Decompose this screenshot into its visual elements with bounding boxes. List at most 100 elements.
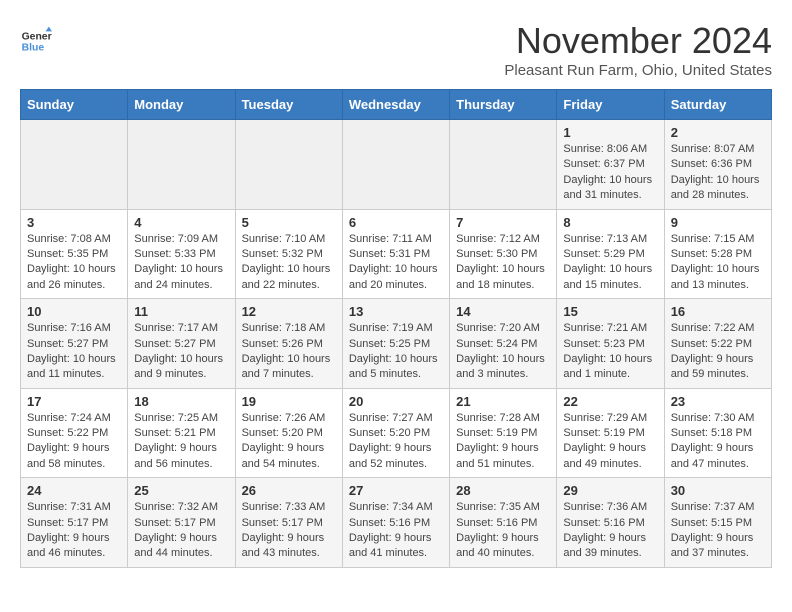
day-info: Sunrise: 7:22 AM Sunset: 5:22 PM Dayligh…: [671, 321, 765, 383]
calendar-cell: 18 Sunrise: 7:25 AM Sunset: 5:21 PM Dayli…: [128, 388, 235, 478]
day-info: Sunrise: 7:19 AM Sunset: 5:25 PM Dayligh…: [349, 321, 443, 383]
day-info: Sunrise: 7:35 AM Sunset: 5:16 PM Dayligh…: [456, 500, 550, 562]
header-monday: Monday: [128, 90, 235, 120]
calendar-cell: 14 Sunrise: 7:20 AM Sunset: 5:24 PM Dayli…: [450, 299, 557, 389]
day-info: Sunrise: 7:34 AM Sunset: 5:16 PM Dayligh…: [349, 500, 443, 562]
day-info: Sunrise: 7:13 AM Sunset: 5:29 PM Dayligh…: [563, 232, 657, 294]
day-number: 9: [671, 215, 765, 230]
month-title: November 2024: [504, 20, 772, 62]
day-number: 17: [27, 394, 121, 409]
day-number: 26: [242, 483, 336, 498]
week-row-0: 1 Sunrise: 8:06 AM Sunset: 6:37 PM Daylig…: [21, 120, 772, 210]
header-friday: Friday: [557, 90, 664, 120]
day-number: 3: [27, 215, 121, 230]
calendar-cell: 23 Sunrise: 7:30 AM Sunset: 5:18 PM Dayli…: [664, 388, 771, 478]
day-number: 13: [349, 304, 443, 319]
svg-text:General: General: [22, 31, 52, 42]
day-number: 27: [349, 483, 443, 498]
day-info: Sunrise: 7:27 AM Sunset: 5:20 PM Dayligh…: [349, 411, 443, 473]
day-number: 24: [27, 483, 121, 498]
calendar-cell: 15 Sunrise: 7:21 AM Sunset: 5:23 PM Dayli…: [557, 299, 664, 389]
calendar-cell: 22 Sunrise: 7:29 AM Sunset: 5:19 PM Dayli…: [557, 388, 664, 478]
title-area: November 2024 Pleasant Run Farm, Ohio, U…: [504, 20, 772, 79]
day-number: 28: [456, 483, 550, 498]
day-info: Sunrise: 7:17 AM Sunset: 5:27 PM Dayligh…: [134, 321, 228, 383]
calendar-cell: 5 Sunrise: 7:10 AM Sunset: 5:32 PM Daylig…: [235, 209, 342, 299]
calendar-cell: 28 Sunrise: 7:35 AM Sunset: 5:16 PM Dayli…: [450, 478, 557, 568]
header-thursday: Thursday: [450, 90, 557, 120]
day-number: 29: [563, 483, 657, 498]
header-saturday: Saturday: [664, 90, 771, 120]
calendar-cell: 1 Sunrise: 8:06 AM Sunset: 6:37 PM Daylig…: [557, 120, 664, 210]
day-info: Sunrise: 7:16 AM Sunset: 5:27 PM Dayligh…: [27, 321, 121, 383]
day-number: 30: [671, 483, 765, 498]
day-info: Sunrise: 7:24 AM Sunset: 5:22 PM Dayligh…: [27, 411, 121, 473]
day-number: 1: [563, 125, 657, 140]
week-row-2: 10 Sunrise: 7:16 AM Sunset: 5:27 PM Dayli…: [21, 299, 772, 389]
day-info: Sunrise: 8:07 AM Sunset: 6:36 PM Dayligh…: [671, 142, 765, 204]
calendar-cell: 24 Sunrise: 7:31 AM Sunset: 5:17 PM Dayli…: [21, 478, 128, 568]
day-info: Sunrise: 7:21 AM Sunset: 5:23 PM Dayligh…: [563, 321, 657, 383]
day-info: Sunrise: 7:20 AM Sunset: 5:24 PM Dayligh…: [456, 321, 550, 383]
calendar-cell: 2Sunrise: 8:07 AM Sunset: 6:36 PM Daylig…: [664, 120, 771, 210]
day-number: 16: [671, 304, 765, 319]
day-number: 10: [27, 304, 121, 319]
calendar-cell: 10 Sunrise: 7:16 AM Sunset: 5:27 PM Dayli…: [21, 299, 128, 389]
day-info: Sunrise: 8:06 AM Sunset: 6:37 PM Dayligh…: [563, 142, 657, 204]
day-info: Sunrise: 7:30 AM Sunset: 5:18 PM Dayligh…: [671, 411, 765, 473]
day-info: Sunrise: 7:12 AM Sunset: 5:30 PM Dayligh…: [456, 232, 550, 294]
day-number: 4: [134, 215, 228, 230]
day-number: 25: [134, 483, 228, 498]
calendar-cell: 6 Sunrise: 7:11 AM Sunset: 5:31 PM Daylig…: [342, 209, 449, 299]
calendar-cell: 29 Sunrise: 7:36 AM Sunset: 5:16 PM Dayli…: [557, 478, 664, 568]
calendar-cell: 30 Sunrise: 7:37 AM Sunset: 5:15 PM Dayli…: [664, 478, 771, 568]
day-number: 23: [671, 394, 765, 409]
week-row-1: 3 Sunrise: 7:08 AM Sunset: 5:35 PM Daylig…: [21, 209, 772, 299]
day-info: Sunrise: 7:26 AM Sunset: 5:20 PM Dayligh…: [242, 411, 336, 473]
calendar-cell: 26 Sunrise: 7:33 AM Sunset: 5:17 PM Dayli…: [235, 478, 342, 568]
day-number: 18: [134, 394, 228, 409]
day-number: 8: [563, 215, 657, 230]
day-number: 7: [456, 215, 550, 230]
calendar-table: SundayMondayTuesdayWednesdayThursdayFrid…: [20, 89, 772, 568]
day-number: 5: [242, 215, 336, 230]
calendar-cell: 4 Sunrise: 7:09 AM Sunset: 5:33 PM Daylig…: [128, 209, 235, 299]
day-number: 12: [242, 304, 336, 319]
header-wednesday: Wednesday: [342, 90, 449, 120]
day-number: 21: [456, 394, 550, 409]
week-row-3: 17 Sunrise: 7:24 AM Sunset: 5:22 PM Dayli…: [21, 388, 772, 478]
day-info: Sunrise: 7:36 AM Sunset: 5:16 PM Dayligh…: [563, 500, 657, 562]
page-header: General Blue November 2024 Pleasant Run …: [20, 20, 772, 79]
day-info: Sunrise: 7:25 AM Sunset: 5:21 PM Dayligh…: [134, 411, 228, 473]
calendar-cell: 12Sunrise: 7:18 AM Sunset: 5:26 PM Dayli…: [235, 299, 342, 389]
logo: General Blue: [20, 25, 56, 57]
calendar-cell: [450, 120, 557, 210]
calendar-cell: [235, 120, 342, 210]
day-info: Sunrise: 7:15 AM Sunset: 5:28 PM Dayligh…: [671, 232, 765, 294]
calendar-cell: 3 Sunrise: 7:08 AM Sunset: 5:35 PM Daylig…: [21, 209, 128, 299]
day-info: Sunrise: 7:31 AM Sunset: 5:17 PM Dayligh…: [27, 500, 121, 562]
day-number: 6: [349, 215, 443, 230]
header-tuesday: Tuesday: [235, 90, 342, 120]
day-number: 20: [349, 394, 443, 409]
calendar-cell: 8 Sunrise: 7:13 AM Sunset: 5:29 PM Daylig…: [557, 209, 664, 299]
calendar-cell: 17 Sunrise: 7:24 AM Sunset: 5:22 PM Dayli…: [21, 388, 128, 478]
calendar-cell: 27 Sunrise: 7:34 AM Sunset: 5:16 PM Dayli…: [342, 478, 449, 568]
calendar-cell: [128, 120, 235, 210]
logo-icon: General Blue: [20, 25, 52, 57]
day-number: 14: [456, 304, 550, 319]
day-info: Sunrise: 7:11 AM Sunset: 5:31 PM Dayligh…: [349, 232, 443, 294]
day-info: Sunrise: 7:09 AM Sunset: 5:33 PM Dayligh…: [134, 232, 228, 294]
subtitle: Pleasant Run Farm, Ohio, United States: [504, 62, 772, 79]
day-info: Sunrise: 7:37 AM Sunset: 5:15 PM Dayligh…: [671, 500, 765, 562]
day-number: 15: [563, 304, 657, 319]
day-number: 22: [563, 394, 657, 409]
calendar-cell: 7 Sunrise: 7:12 AM Sunset: 5:30 PM Daylig…: [450, 209, 557, 299]
day-info: Sunrise: 7:33 AM Sunset: 5:17 PM Dayligh…: [242, 500, 336, 562]
day-info: Sunrise: 7:10 AM Sunset: 5:32 PM Dayligh…: [242, 232, 336, 294]
header-sunday: Sunday: [21, 90, 128, 120]
day-info: Sunrise: 7:29 AM Sunset: 5:19 PM Dayligh…: [563, 411, 657, 473]
calendar-cell: 11Sunrise: 7:17 AM Sunset: 5:27 PM Dayli…: [128, 299, 235, 389]
day-info: Sunrise: 7:08 AM Sunset: 5:35 PM Dayligh…: [27, 232, 121, 294]
calendar-cell: 20 Sunrise: 7:27 AM Sunset: 5:20 PM Dayli…: [342, 388, 449, 478]
